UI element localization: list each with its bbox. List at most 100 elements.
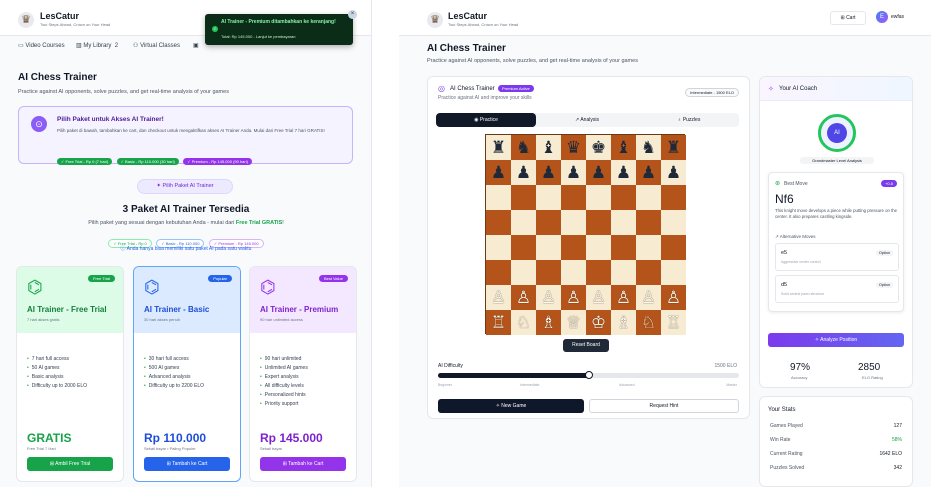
board-square[interactable] bbox=[586, 210, 611, 235]
board-square[interactable]: ♙ bbox=[661, 285, 686, 310]
brand-name[interactable]: LesCatur bbox=[40, 11, 79, 21]
board-square[interactable] bbox=[661, 260, 686, 285]
white-piece[interactable]: ♙ bbox=[641, 288, 656, 307]
black-piece[interactable]: ♛ bbox=[566, 138, 581, 157]
tab-practice[interactable]: ◉ Practice bbox=[436, 113, 536, 127]
board-square[interactable]: ♙ bbox=[486, 285, 511, 310]
board-square[interactable] bbox=[661, 185, 686, 210]
black-piece[interactable]: ♝ bbox=[616, 138, 631, 157]
difficulty-handle[interactable] bbox=[584, 371, 593, 379]
board-square[interactable]: ♜ bbox=[486, 135, 511, 160]
board-square[interactable] bbox=[511, 260, 536, 285]
board-square[interactable]: ♟ bbox=[661, 160, 686, 185]
black-piece[interactable]: ♝ bbox=[541, 138, 556, 157]
board-square[interactable] bbox=[536, 260, 561, 285]
nav-virtual-classes[interactable]: ⚇ Virtual Classes bbox=[133, 42, 180, 49]
white-piece[interactable]: ♘ bbox=[516, 313, 531, 332]
board-square[interactable]: ♖ bbox=[486, 310, 511, 335]
board-square[interactable]: ♟ bbox=[536, 160, 561, 185]
black-piece[interactable]: ♟ bbox=[491, 163, 506, 182]
black-piece[interactable]: ♟ bbox=[616, 163, 631, 182]
white-piece[interactable]: ♗ bbox=[541, 313, 556, 332]
board-square[interactable] bbox=[486, 185, 511, 210]
tab-analysis[interactable]: ↗ Analysis bbox=[538, 113, 636, 127]
board-square[interactable] bbox=[661, 235, 686, 260]
black-piece[interactable]: ♟ bbox=[516, 163, 531, 182]
board-square[interactable]: ♙ bbox=[536, 285, 561, 310]
nav-video-courses[interactable]: ▭ Video Courses bbox=[18, 42, 65, 49]
board-square[interactable]: ♙ bbox=[611, 285, 636, 310]
board-square[interactable] bbox=[611, 260, 636, 285]
tab-puzzles[interactable]: ♁ Puzzles bbox=[639, 113, 739, 127]
board-square[interactable]: ♘ bbox=[636, 310, 661, 335]
white-piece[interactable]: ♔ bbox=[591, 313, 606, 332]
white-piece[interactable]: ♙ bbox=[541, 288, 556, 307]
board-square[interactable]: ♟ bbox=[611, 160, 636, 185]
board-square[interactable] bbox=[661, 210, 686, 235]
black-piece[interactable]: ♟ bbox=[591, 163, 606, 182]
alt-move-item[interactable]: e5 Aggressive center control Option bbox=[775, 243, 899, 271]
white-piece[interactable]: ♗ bbox=[616, 313, 631, 332]
board-square[interactable] bbox=[586, 260, 611, 285]
get-free-trial-button[interactable]: ⊞ Ambil Free Trial bbox=[27, 457, 113, 471]
black-piece[interactable]: ♚ bbox=[591, 138, 606, 157]
white-piece[interactable]: ♙ bbox=[666, 288, 681, 307]
white-piece[interactable]: ♙ bbox=[616, 288, 631, 307]
black-piece[interactable]: ♞ bbox=[641, 138, 656, 157]
board-square[interactable] bbox=[536, 235, 561, 260]
white-piece[interactable]: ♙ bbox=[491, 288, 506, 307]
board-square[interactable]: ♟ bbox=[511, 160, 536, 185]
board-square[interactable] bbox=[636, 185, 661, 210]
white-piece[interactable]: ♕ bbox=[566, 313, 581, 332]
new-game-button[interactable]: ✧ New Game bbox=[438, 399, 584, 413]
board-square[interactable] bbox=[611, 235, 636, 260]
white-piece[interactable]: ♙ bbox=[591, 288, 606, 307]
board-square[interactable]: ♙ bbox=[511, 285, 536, 310]
nav-my-library[interactable]: ▥ My Library 2 bbox=[76, 42, 118, 49]
board-square[interactable] bbox=[511, 235, 536, 260]
black-piece[interactable]: ♜ bbox=[491, 138, 506, 157]
board-square[interactable] bbox=[636, 210, 661, 235]
crown-icon[interactable]: ♛ bbox=[427, 12, 443, 28]
add-basic-to-cart-button[interactable]: ⊞ Tambah ke Cart bbox=[144, 457, 230, 471]
black-piece[interactable]: ♟ bbox=[641, 163, 656, 182]
board-square[interactable] bbox=[536, 210, 561, 235]
white-piece[interactable]: ♘ bbox=[641, 313, 656, 332]
board-square[interactable]: ♟ bbox=[636, 160, 661, 185]
board-square[interactable]: ♚ bbox=[586, 135, 611, 160]
board-square[interactable] bbox=[611, 210, 636, 235]
white-piece[interactable]: ♙ bbox=[516, 288, 531, 307]
alt-move-item[interactable]: d5 Solid central pawn structure Option bbox=[775, 275, 899, 303]
board-square[interactable] bbox=[486, 260, 511, 285]
board-square[interactable]: ♛ bbox=[561, 135, 586, 160]
board-square[interactable]: ♔ bbox=[586, 310, 611, 335]
avatar[interactable]: E bbox=[876, 11, 888, 23]
white-piece[interactable]: ♖ bbox=[491, 313, 506, 332]
board-square[interactable] bbox=[586, 235, 611, 260]
board-square[interactable]: ♝ bbox=[611, 135, 636, 160]
black-piece[interactable]: ♟ bbox=[566, 163, 581, 182]
board-square[interactable] bbox=[561, 185, 586, 210]
board-square[interactable] bbox=[561, 210, 586, 235]
board-square[interactable] bbox=[636, 260, 661, 285]
board-square[interactable]: ♖ bbox=[661, 310, 686, 335]
board-square[interactable] bbox=[586, 185, 611, 210]
board-square[interactable]: ♞ bbox=[511, 135, 536, 160]
analyze-position-button[interactable]: ✧ Analyze Position bbox=[768, 333, 904, 347]
user-name[interactable]: ewfas bbox=[891, 14, 904, 20]
board-square[interactable] bbox=[511, 185, 536, 210]
choose-plan-button[interactable]: ✦ Pilih Paket AI Trainer bbox=[137, 179, 233, 194]
white-piece[interactable]: ♖ bbox=[666, 313, 681, 332]
cart-button[interactable]: ⊞ Cart bbox=[830, 11, 866, 25]
board-square[interactable] bbox=[636, 235, 661, 260]
crown-icon[interactable]: ♛ bbox=[18, 12, 34, 28]
board-square[interactable] bbox=[486, 210, 511, 235]
board-square[interactable]: ♗ bbox=[536, 310, 561, 335]
board-square[interactable]: ♝ bbox=[536, 135, 561, 160]
brand-name[interactable]: LesCatur bbox=[448, 11, 487, 21]
request-hint-button[interactable]: Request Hint bbox=[589, 399, 739, 413]
chess-board[interactable]: ♜ ♞ ♝ ♛ ♚ ♝ ♞ ♜ ♟ ♟ ♟ ♟ ♟ ♟ ♟ ♟ ♙ ♙ ♙ ♙ ♙ ♙ ♙ ♙ ♖ ♘ ♗ ♕ ♔ ♗ ♘ ♖ bbox=[485, 134, 686, 335]
board-square[interactable] bbox=[561, 260, 586, 285]
board-square[interactable]: ♟ bbox=[486, 160, 511, 185]
black-piece[interactable]: ♜ bbox=[666, 138, 681, 157]
